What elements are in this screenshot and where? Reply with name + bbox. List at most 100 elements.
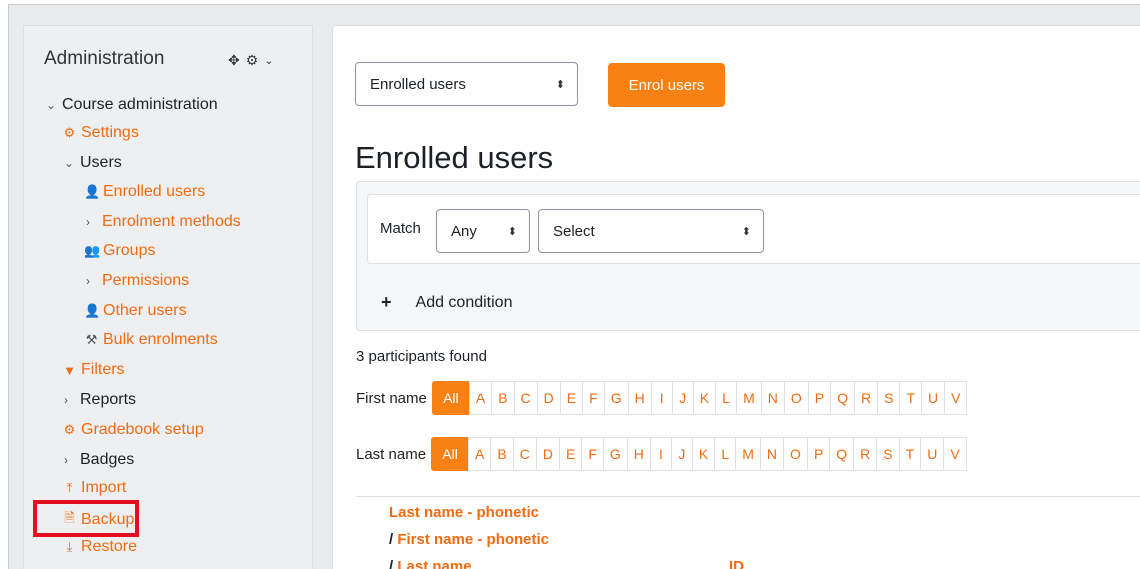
nav-label: Settings <box>81 124 139 141</box>
nav-label: Other users <box>103 302 187 319</box>
sort-first-name-phonetic-row: / First name - phonetic <box>389 531 549 548</box>
gear-icon[interactable]: ⚙ <box>246 52 259 69</box>
initial-letter[interactable]: H <box>627 381 652 415</box>
filter-panel: Match Any ⬍ Select ⬍ + Add condition <box>356 181 1140 331</box>
initial-letter[interactable]: R <box>853 381 879 415</box>
match-select-value: Any <box>451 222 477 240</box>
initial-letter[interactable]: U <box>920 437 945 471</box>
sort-last-name-phonetic[interactable]: Last name - phonetic <box>389 504 539 521</box>
condition-select[interactable]: Select ⬍ <box>538 209 764 253</box>
nav-import[interactable]: ⤒ Import <box>62 479 127 497</box>
initial-letter[interactable]: E <box>559 381 584 415</box>
initial-letter[interactable]: P <box>807 381 832 415</box>
initial-letter[interactable]: O <box>783 437 808 471</box>
initial-letter[interactable]: G <box>602 437 628 471</box>
nav-settings[interactable]: ⚙ Settings <box>62 124 139 142</box>
initial-all[interactable]: All <box>431 437 470 471</box>
match-label: Match <box>380 220 421 237</box>
nav-label: Reports <box>80 391 137 408</box>
initial-all[interactable]: All <box>431 381 470 415</box>
nav-users[interactable]: ⌄ Users <box>64 154 122 172</box>
nav-label: Filters <box>81 361 125 378</box>
initial-letter[interactable]: L <box>714 437 737 471</box>
initial-letter[interactable]: R <box>853 437 878 471</box>
last-name-initials: Last name All A B C D E F G H I J K L M N O P Q R S T U V <box>356 437 967 471</box>
initial-letter[interactable]: O <box>783 381 809 415</box>
initial-letter[interactable]: A <box>468 437 492 471</box>
nav-permissions[interactable]: › Permissions <box>86 272 189 290</box>
initial-letter[interactable]: H <box>626 437 651 471</box>
nav-label: Enrolled users <box>103 183 206 200</box>
initial-letter[interactable]: T <box>899 381 923 415</box>
initial-letter[interactable]: V <box>943 437 967 471</box>
nav-filters[interactable]: ▼ Filters <box>62 361 125 379</box>
nav-label: Groups <box>103 242 156 259</box>
initial-letter[interactable]: F <box>581 437 604 471</box>
initial-letter[interactable]: S <box>876 437 900 471</box>
initial-letter[interactable]: B <box>491 381 515 415</box>
add-condition-button[interactable]: + Add condition <box>381 292 512 313</box>
nav-reports[interactable]: › Reports <box>64 391 136 409</box>
nav-gradebook-setup[interactable]: ⚙ Gradebook setup <box>62 421 204 439</box>
chevron-right-icon: › <box>64 393 68 407</box>
initial-letter[interactable]: N <box>760 381 785 415</box>
sort-last-name[interactable]: Last name <box>397 558 471 569</box>
restore-icon: ⤓ <box>66 539 73 554</box>
gear-icon: ⚙ <box>63 125 76 140</box>
initial-letter[interactable]: F <box>582 381 605 415</box>
initial-letter[interactable]: I <box>649 437 672 471</box>
nav-other-users[interactable]: 👤 Other users <box>84 302 187 320</box>
sort-first-name-phonetic[interactable]: First name - phonetic <box>397 531 549 548</box>
initial-letter[interactable]: Q <box>830 381 855 415</box>
chevron-down-icon[interactable]: ⌄ <box>264 54 273 67</box>
view-select[interactable]: Enrolled users ⬍ <box>355 62 578 106</box>
initial-letter[interactable]: L <box>715 381 738 415</box>
initial-letter[interactable]: K <box>691 437 716 471</box>
match-select[interactable]: Any ⬍ <box>436 209 530 253</box>
initial-letter[interactable]: J <box>670 437 693 471</box>
initial-letter[interactable]: V <box>944 381 968 415</box>
nav-bulk-enrolments[interactable]: ⚒ Bulk enrolments <box>84 331 218 349</box>
chevron-down-icon: ⌄ <box>46 98 57 112</box>
initial-letter[interactable]: U <box>921 381 946 415</box>
participants-count: 3 participants found <box>356 348 487 365</box>
nav-groups[interactable]: 👥 Groups <box>84 242 155 260</box>
initial-letter[interactable]: N <box>759 437 785 471</box>
initial-letter[interactable]: I <box>650 381 673 415</box>
chevron-right-icon: › <box>64 453 68 467</box>
initial-letter[interactable]: S <box>877 381 901 415</box>
gear-icon: ⚙ <box>63 422 76 437</box>
initial-letter[interactable]: P <box>806 437 831 471</box>
sort-id[interactable]: ID <box>729 558 744 569</box>
initial-letter[interactable]: J <box>671 381 694 415</box>
chevron-right-icon: › <box>86 215 90 229</box>
initial-letter[interactable]: D <box>535 437 560 471</box>
initial-letter[interactable]: Q <box>829 437 855 471</box>
table-divider <box>356 496 1140 497</box>
nav-label: Gradebook setup <box>81 421 204 438</box>
nav-enrolled-users[interactable]: 👤 Enrolled users <box>84 183 205 201</box>
initial-letter[interactable]: M <box>735 437 761 471</box>
nav-enrolment-methods[interactable]: › Enrolment methods <box>86 213 241 231</box>
initial-letter[interactable]: T <box>898 437 922 471</box>
initial-letter[interactable]: E <box>558 437 583 471</box>
nav-badges[interactable]: › Badges <box>64 451 134 469</box>
first-name-label: First name <box>356 389 427 407</box>
initial-letter[interactable]: G <box>603 381 629 415</box>
main-content: Enrolled users ⬍ Enrol users Enrolled us… <box>332 25 1140 569</box>
initial-letter[interactable]: B <box>490 437 514 471</box>
backup-highlight-box <box>33 500 139 537</box>
nav-label: Enrolment methods <box>102 213 241 230</box>
nav-course-administration[interactable]: ⌄ Course administration <box>46 96 218 114</box>
nav-restore[interactable]: ⤓ Restore <box>62 538 137 556</box>
initial-letter[interactable]: A <box>468 381 493 415</box>
select-arrow-icon: ⬍ <box>555 78 565 91</box>
enrol-users-button[interactable]: Enrol users <box>608 63 725 107</box>
nav-label: Restore <box>81 538 138 555</box>
move-icon[interactable]: ✥ <box>228 52 240 69</box>
initial-letter[interactable]: D <box>536 381 561 415</box>
initial-letter[interactable]: C <box>512 437 537 471</box>
initial-letter[interactable]: M <box>736 381 762 415</box>
initial-letter[interactable]: C <box>513 381 538 415</box>
initial-letter[interactable]: K <box>692 381 717 415</box>
